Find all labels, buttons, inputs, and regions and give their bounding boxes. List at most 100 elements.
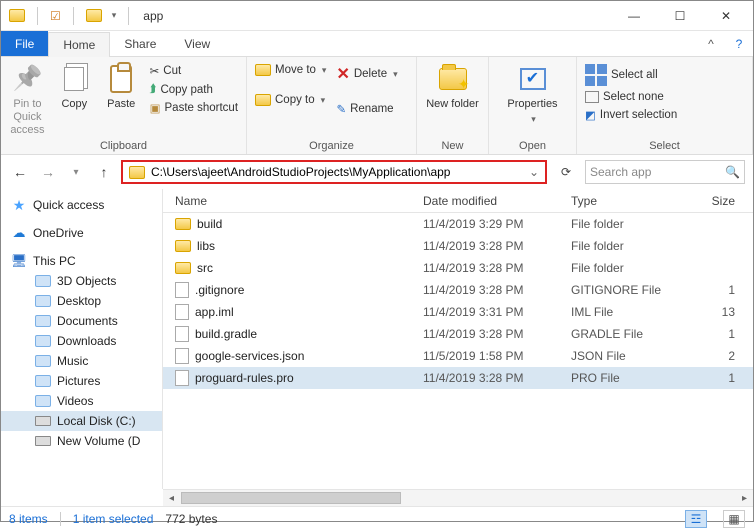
help-button[interactable]: ? (725, 31, 753, 56)
status-selection: 1 item selected (73, 512, 154, 526)
scroll-left-button[interactable]: ◂ (163, 490, 180, 507)
invert-selection-button[interactable]: ◩Invert selection (583, 106, 679, 124)
pin-to-quick-access-button[interactable]: Pin to Quick access (7, 59, 48, 138)
column-date[interactable]: Date modified (423, 194, 571, 208)
rename-icon: ✎ (336, 102, 346, 116)
delete-button[interactable]: ✕Delete▾ (334, 62, 399, 86)
search-input[interactable]: Search app 🔍 (585, 160, 745, 184)
sidebar-item[interactable]: 3D Objects (1, 271, 162, 291)
sidebar-item[interactable]: Documents (1, 311, 162, 331)
folder-icon (175, 218, 191, 230)
column-size[interactable]: Size (683, 194, 753, 208)
sidebar-item[interactable]: New Volume (D (1, 431, 162, 451)
navigation-bar: ← → ▾ ↑ ⌄ ⟳ Search app 🔍 (1, 155, 753, 189)
folder-icon (35, 375, 51, 387)
table-row[interactable]: src11/4/2019 3:28 PMFile folder (163, 257, 753, 279)
copy-button[interactable]: Copy (54, 59, 95, 111)
sidebar-item[interactable]: Local Disk (C:) (1, 411, 162, 431)
horizontal-scrollbar[interactable]: ◂ ▸ (163, 489, 753, 506)
table-row[interactable]: app.iml11/4/2019 3:31 PMIML File13 (163, 301, 753, 323)
recent-locations-button[interactable]: ▾ (65, 161, 87, 183)
delete-icon: ✕ (336, 64, 349, 84)
close-button[interactable]: ✕ (703, 2, 749, 30)
paste-button[interactable]: Paste (101, 59, 142, 111)
table-row[interactable]: google-services.json11/5/2019 1:58 PMJSO… (163, 345, 753, 367)
sidebar-item[interactable]: Music (1, 351, 162, 371)
sidebar-item[interactable]: Downloads (1, 331, 162, 351)
status-size: 772 bytes (165, 512, 217, 526)
copy-path-icon: ⮭ (150, 83, 157, 96)
thumbnails-view-button[interactable]: ▦ (723, 510, 745, 528)
sidebar-item-this-pc[interactable]: 🖥This PC (1, 251, 162, 271)
folder-icon (35, 395, 51, 407)
sidebar-item-quick-access[interactable]: ★Quick access (1, 195, 162, 215)
sidebar-item[interactable]: Desktop (1, 291, 162, 311)
folder-icon (35, 335, 51, 347)
folder-icon (255, 94, 271, 106)
navigation-pane[interactable]: ★Quick access ☁OneDrive 🖥This PC 3D Obje… (1, 189, 163, 489)
file-icon (175, 370, 189, 386)
minimize-button[interactable]: — (611, 2, 657, 30)
clipboard-icon (105, 63, 137, 95)
table-row[interactable]: build.gradle11/4/2019 3:28 PMGRADLE File… (163, 323, 753, 345)
tab-home[interactable]: Home (48, 32, 110, 57)
refresh-button[interactable]: ⟳ (553, 160, 579, 184)
table-row[interactable]: libs11/4/2019 3:28 PMFile folder (163, 235, 753, 257)
column-name[interactable]: Name (163, 194, 423, 208)
select-none-button[interactable]: Select none (583, 89, 679, 105)
table-row[interactable]: build11/4/2019 3:29 PMFile folder (163, 213, 753, 235)
paste-shortcut-button[interactable]: ▣Paste shortcut (148, 99, 240, 117)
address-input[interactable] (151, 165, 525, 179)
shortcut-icon: ▣ (150, 101, 161, 115)
file-list: Name Date modified Type Size build11/4/2… (163, 189, 753, 489)
address-bar[interactable]: ⌄ (121, 160, 547, 184)
details-view-button[interactable]: ☲ (685, 510, 707, 528)
sidebar-item[interactable]: Videos (1, 391, 162, 411)
chevron-down-icon: ▾ (531, 114, 536, 125)
scroll-right-button[interactable]: ▸ (736, 490, 753, 507)
group-label: Select (583, 138, 746, 154)
folder-icon (35, 295, 51, 307)
copy-to-button[interactable]: Copy to▾ (253, 92, 328, 108)
sidebar-item[interactable]: Pictures (1, 371, 162, 391)
file-icon (175, 304, 189, 320)
column-headers[interactable]: Name Date modified Type Size (163, 189, 753, 213)
ribbon: Pin to Quick access Copy Paste ✂Cut ⮭Cop… (1, 57, 753, 155)
chevron-down-icon[interactable]: ▾ (112, 10, 117, 21)
tab-share[interactable]: Share (110, 31, 170, 56)
collapse-ribbon-button[interactable]: ^ (697, 31, 725, 56)
cut-button[interactable]: ✂Cut (148, 62, 240, 80)
file-icon (175, 348, 189, 364)
status-item-count: 8 items (9, 512, 48, 526)
forward-button[interactable]: → (37, 161, 59, 183)
up-button[interactable]: ↑ (93, 161, 115, 183)
tab-file[interactable]: File (1, 31, 48, 56)
new-folder-button[interactable]: ✦ New folder (424, 59, 482, 111)
folder-icon (35, 315, 51, 327)
back-button[interactable]: ← (9, 161, 31, 183)
chevron-down-icon: ▾ (393, 69, 398, 80)
copy-path-button[interactable]: ⮭Copy path (148, 81, 240, 98)
column-type[interactable]: Type (571, 194, 683, 208)
group-label: Clipboard (7, 138, 240, 154)
chevron-down-icon: ▾ (321, 95, 326, 106)
ribbon-tabs: File Home Share View ^ ? (1, 31, 753, 57)
scrollbar-thumb[interactable] (181, 492, 401, 504)
rename-button[interactable]: ✎Rename (334, 100, 399, 118)
select-none-icon (585, 91, 599, 103)
checkmark-icon: ☑ (50, 9, 61, 23)
chevron-down-icon[interactable]: ⌄ (525, 165, 543, 179)
properties-button[interactable]: ✔ Properties ▾ (504, 59, 562, 125)
move-to-button[interactable]: Move to▾ (253, 62, 328, 78)
folder-icon (35, 275, 51, 287)
status-bar: 8 items 1 item selected 772 bytes ☲ ▦ (1, 506, 753, 530)
folder-icon (175, 262, 191, 274)
file-icon (175, 326, 189, 342)
tab-view[interactable]: View (170, 31, 224, 56)
table-row[interactable]: .gitignore11/4/2019 3:28 PMGITIGNORE Fil… (163, 279, 753, 301)
select-all-button[interactable]: Select all (583, 62, 679, 88)
sidebar-item-onedrive[interactable]: ☁OneDrive (1, 223, 162, 243)
select-all-icon (585, 64, 607, 86)
table-row[interactable]: proguard-rules.pro11/4/2019 3:28 PMPRO F… (163, 367, 753, 389)
maximize-button[interactable]: ☐ (657, 2, 703, 30)
